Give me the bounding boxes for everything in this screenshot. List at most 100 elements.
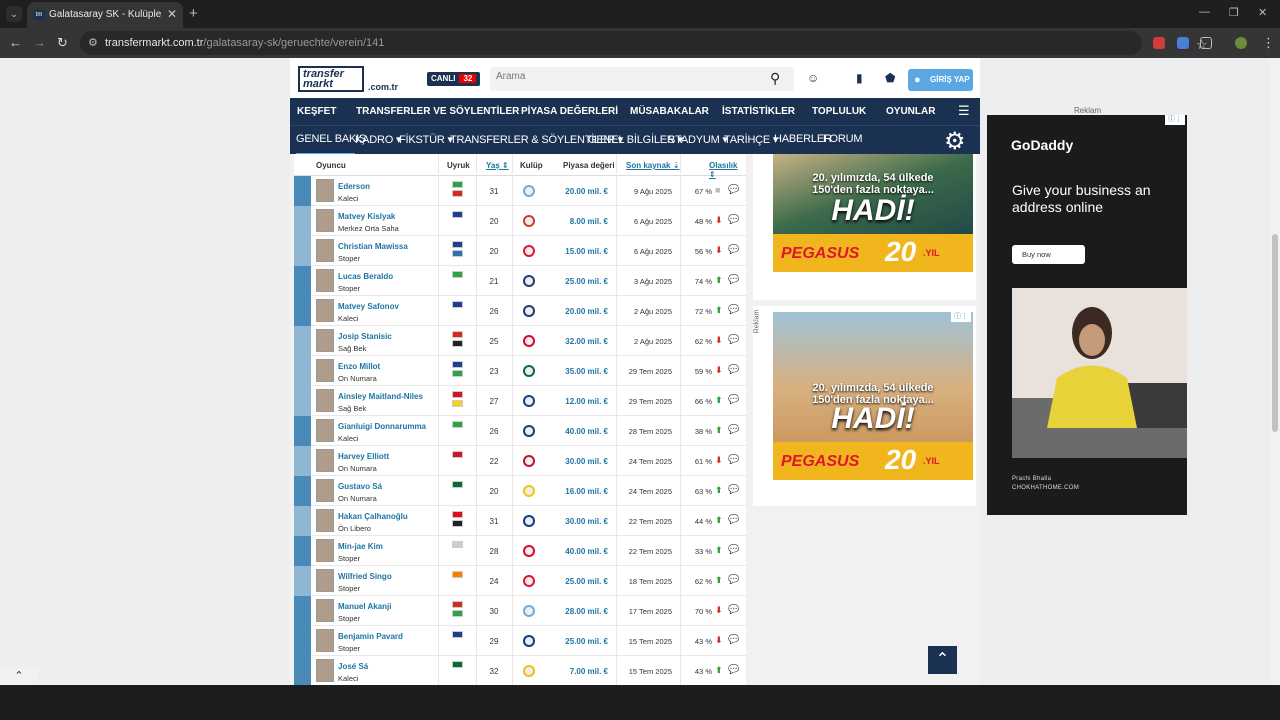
player-avatar[interactable] (316, 629, 334, 652)
table-row[interactable]: Harvey Elliott On Numara 22 30.00 mil. € 24 … (294, 446, 746, 476)
pegasus-ad-1[interactable]: 20. yılımızda, 54 ülkede 150'den fazla n… (753, 154, 976, 300)
table-row[interactable]: Matvey Safonov Kaleci 26 20.00 mil. € 2 Ağu … (294, 296, 746, 326)
nav-games[interactable]: OYUNLAR (886, 106, 935, 117)
player-name-link[interactable]: Min-jae Kim (338, 542, 383, 551)
table-row[interactable]: Ainsley Maitland-Niles Sağ Bek 27 12.00 mil… (294, 386, 746, 416)
reload-icon[interactable]: ↻ (57, 35, 68, 51)
club-crest-icon[interactable] (523, 335, 535, 347)
comment-bubble-icon[interactable]: 💬 (728, 484, 739, 495)
club-crest-icon[interactable] (523, 665, 535, 677)
new-tab-icon[interactable]: + (189, 5, 198, 22)
table-row[interactable]: Ederson Kaleci 31 20.00 mil. € 9 Ağu 2025 67 … (294, 176, 746, 206)
scrollbar-thumb[interactable] (1272, 234, 1278, 432)
transfermarkt-logo[interactable]: transfer markt (298, 66, 364, 92)
close-tab-icon[interactable]: ✕ (167, 7, 177, 21)
player-name-link[interactable]: Hakan Çalhanoğlu (338, 512, 408, 521)
comment-bubble-icon[interactable]: 💬 (728, 634, 739, 645)
tab-forum[interactable]: FORUM (823, 133, 863, 145)
maximize-icon[interactable]: ❐ (1229, 6, 1239, 19)
search-input[interactable] (496, 71, 756, 82)
table-row[interactable]: Lucas Beraldo Stoper 21 25.00 mil. € 3 Ağu 2… (294, 266, 746, 296)
player-avatar[interactable] (316, 299, 334, 322)
live-button[interactable]: CANLI 32 (427, 72, 481, 86)
nav-competitions[interactable]: MÜSABAKALAR (630, 106, 709, 117)
club-crest-icon[interactable] (523, 245, 535, 257)
browser-menu-icon[interactable]: ⋮ (1262, 35, 1275, 51)
comment-bubble-icon[interactable]: 💬 (728, 664, 739, 675)
table-row[interactable]: Min-jae Kim Stoper 28 40.00 mil. € 22 Tem 20… (294, 536, 746, 566)
comment-bubble-icon[interactable]: 💬 (728, 334, 739, 345)
player-name-link[interactable]: Manuel Akanji (338, 602, 392, 611)
player-name-link[interactable]: Matvey Safonov (338, 302, 399, 311)
player-name-link[interactable]: Matvey Kislyak (338, 212, 395, 221)
comment-bubble-icon[interactable]: 💬 (728, 574, 739, 585)
table-row[interactable]: Gustavo Sá On Numara 20 16.00 mil. € 24 Tem … (294, 476, 746, 506)
player-avatar[interactable] (316, 329, 334, 352)
player-avatar[interactable] (316, 449, 334, 472)
profile-avatar[interactable] (1235, 37, 1247, 49)
extensions-puzzle-icon[interactable] (1200, 37, 1212, 49)
player-avatar[interactable] (316, 539, 334, 562)
col-last-source[interactable]: Son kaynak ⇣ (626, 161, 679, 170)
godaddy-ad[interactable]: ⓘ⋮ GoDaddy Give your business an address… (987, 115, 1187, 515)
comment-bubble-icon[interactable]: 💬 (728, 544, 739, 555)
shield-icon[interactable]: ⬟ (885, 71, 895, 85)
club-crest-icon[interactable] (523, 455, 535, 467)
table-row[interactable]: Josip Stanisic Sağ Bek 25 32.00 mil. € 2 Ağu… (294, 326, 746, 356)
club-crest-icon[interactable] (523, 515, 535, 527)
club-crest-icon[interactable] (523, 185, 535, 197)
player-name-link[interactable]: Benjamin Pavard (338, 632, 403, 641)
close-window-icon[interactable]: ✕ (1258, 6, 1267, 19)
bookmark-icon[interactable]: ▮ (856, 71, 863, 85)
table-row[interactable]: Enzo Millot On Numara 23 35.00 mil. € 29 Tem… (294, 356, 746, 386)
comment-bubble-icon[interactable]: 💬 (728, 514, 739, 525)
translate-icon[interactable] (1177, 37, 1189, 49)
comment-bubble-icon[interactable]: 💬 (728, 394, 739, 405)
comment-bubble-icon[interactable]: 💬 (728, 304, 739, 315)
table-row[interactable]: Christian Mawissa Stoper 20 15.00 mil. € 6 A… (294, 236, 746, 266)
pegasus-ad-image[interactable]: 20. yılımızda, 54 ülkede 150'den fazla n… (773, 154, 973, 272)
comment-bubble-icon[interactable]: 💬 (728, 364, 739, 375)
table-row[interactable]: Wilfried Singo Stoper 24 25.00 mil. € 18 Tem… (294, 566, 746, 596)
player-avatar[interactable] (316, 239, 334, 262)
table-row[interactable]: José Sá Kaleci 32 7.00 mil. € 15 Tem 2025 43 … (294, 656, 746, 685)
buy-now-button[interactable]: Buy now (1012, 245, 1085, 264)
back-icon[interactable]: ← (9, 35, 22, 50)
player-avatar[interactable] (316, 389, 334, 412)
forward-icon[interactable]: → (33, 35, 46, 50)
player-avatar[interactable] (316, 179, 334, 202)
player-name-link[interactable]: Lucas Beraldo (338, 272, 393, 281)
ad-choices-icon[interactable]: ⓘ⋮ (1165, 115, 1185, 125)
player-avatar[interactable] (316, 479, 334, 502)
nav-kesfet[interactable]: KEŞFET (297, 106, 336, 117)
nav-community[interactable]: TOPLULUK (812, 106, 866, 117)
club-crest-icon[interactable] (523, 275, 535, 287)
nav-market-values[interactable]: PİYASA DEĞERLERİ (521, 106, 618, 117)
club-crest-icon[interactable] (523, 365, 535, 377)
collapse-chevron-icon[interactable]: ⌃ (0, 668, 38, 685)
page-scrollbar[interactable] (1270, 58, 1280, 685)
comment-bubble-icon[interactable]: 💬 (728, 424, 739, 435)
club-crest-icon[interactable] (523, 545, 535, 557)
comment-bubble-icon[interactable]: 💬 (728, 454, 739, 465)
gear-icon[interactable]: ⚙ (944, 127, 966, 156)
extension-icon[interactable] (1153, 37, 1165, 49)
player-avatar[interactable] (316, 599, 334, 622)
minimize-icon[interactable]: — (1199, 6, 1210, 18)
player-name-link[interactable]: Gustavo Sá (338, 482, 382, 491)
player-avatar[interactable] (316, 419, 334, 442)
club-crest-icon[interactable] (523, 575, 535, 587)
search-icon[interactable]: ⚲ (770, 70, 780, 87)
comment-bubble-icon[interactable]: 💬 (728, 244, 739, 255)
scroll-to-top-button[interactable]: ⌃ (928, 646, 957, 674)
pegasus-ad-image[interactable]: ⓘ⋮ 20. yılımızda, 54 ülkede 150'den fazl… (773, 312, 973, 480)
player-avatar[interactable] (316, 359, 334, 382)
player-name-link[interactable]: Christian Mawissa (338, 242, 408, 251)
ad-choices-icon[interactable]: ⓘ⋮ (951, 312, 971, 322)
club-crest-icon[interactable] (523, 605, 535, 617)
address-bar[interactable]: ⚙ transfermarkt.com.tr/galatasaray-sk/ge… (80, 31, 1208, 55)
browser-tab[interactable]: tm Galatasaray SK - Kulüple ilgili tr ✕ (27, 2, 183, 28)
table-row[interactable]: Benjamin Pavard Stoper 29 25.00 mil. € 15 Te… (294, 626, 746, 656)
club-crest-icon[interactable] (523, 395, 535, 407)
comment-bubble-icon[interactable]: 💬 (728, 274, 739, 285)
